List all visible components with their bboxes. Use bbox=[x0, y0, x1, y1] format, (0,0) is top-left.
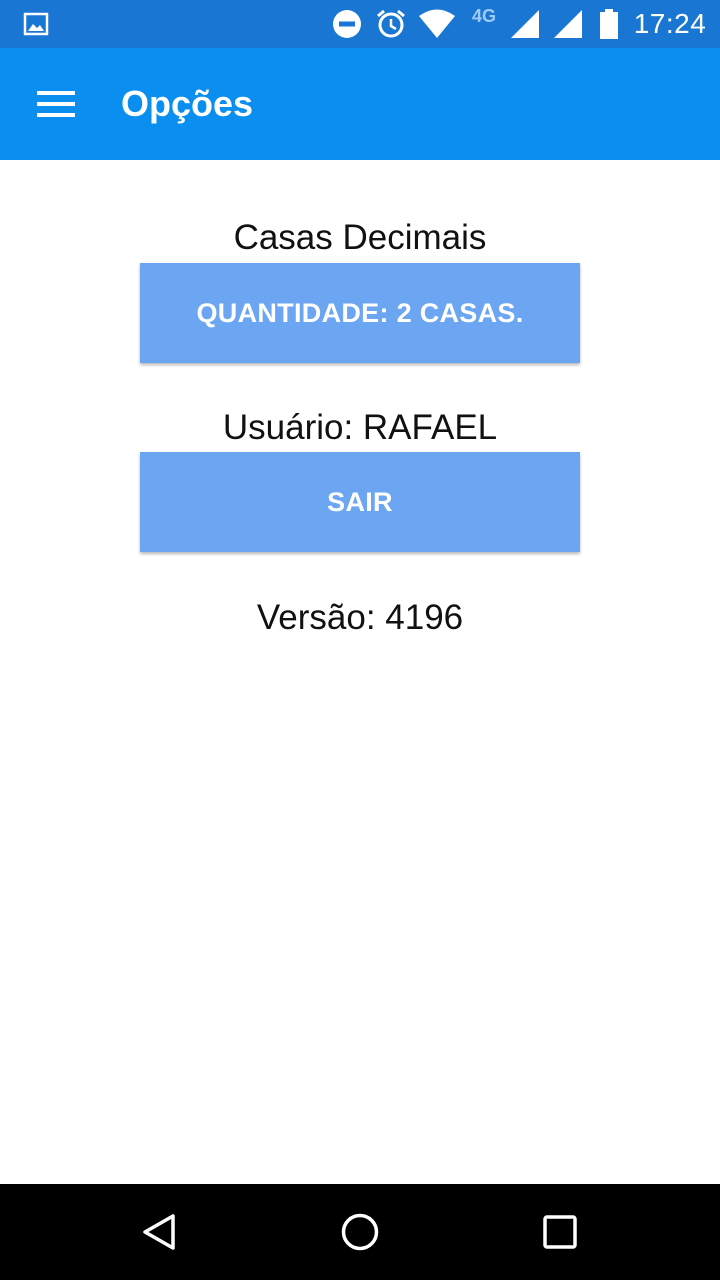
hamburger-menu-icon bbox=[37, 91, 75, 117]
battery-icon bbox=[597, 0, 621, 48]
do-not-disturb-icon bbox=[332, 0, 362, 48]
version-label: Versão: 4196 bbox=[256, 598, 464, 637]
back-icon bbox=[143, 1214, 175, 1250]
alarm-icon bbox=[375, 0, 407, 48]
user-label: Usuário: RAFAEL bbox=[222, 408, 498, 447]
status-bar: 4G 17:24 bbox=[0, 0, 720, 48]
logout-button[interactable]: SAIR bbox=[140, 452, 580, 552]
signal-icon bbox=[551, 0, 585, 48]
image-notification-icon bbox=[22, 0, 50, 48]
decimals-label: Casas Decimais bbox=[233, 218, 487, 257]
status-time: 17:24 bbox=[633, 8, 707, 39]
decimals-quantity-button[interactable]: QUANTIDADE: 2 CASAS. bbox=[140, 263, 580, 363]
recents-icon bbox=[543, 1215, 577, 1249]
wifi-icon bbox=[418, 0, 456, 48]
home-icon bbox=[341, 1213, 379, 1251]
signal-icon bbox=[508, 0, 542, 48]
options-content: Casas Decimais QUANTIDADE: 2 CASAS. Usuá… bbox=[0, 160, 720, 1184]
navigation-bar bbox=[0, 1184, 720, 1280]
app-bar: Opções bbox=[0, 48, 720, 160]
home-button[interactable] bbox=[300, 1184, 420, 1280]
recents-button[interactable] bbox=[500, 1184, 620, 1280]
screen: 4G 17:24 Opções Casas Decimais QUANTIDAD… bbox=[0, 0, 720, 1280]
menu-button[interactable] bbox=[20, 68, 92, 140]
page-title: Opções bbox=[121, 83, 254, 124]
back-button[interactable] bbox=[100, 1184, 220, 1280]
network-type-label: 4G bbox=[471, 5, 496, 26]
